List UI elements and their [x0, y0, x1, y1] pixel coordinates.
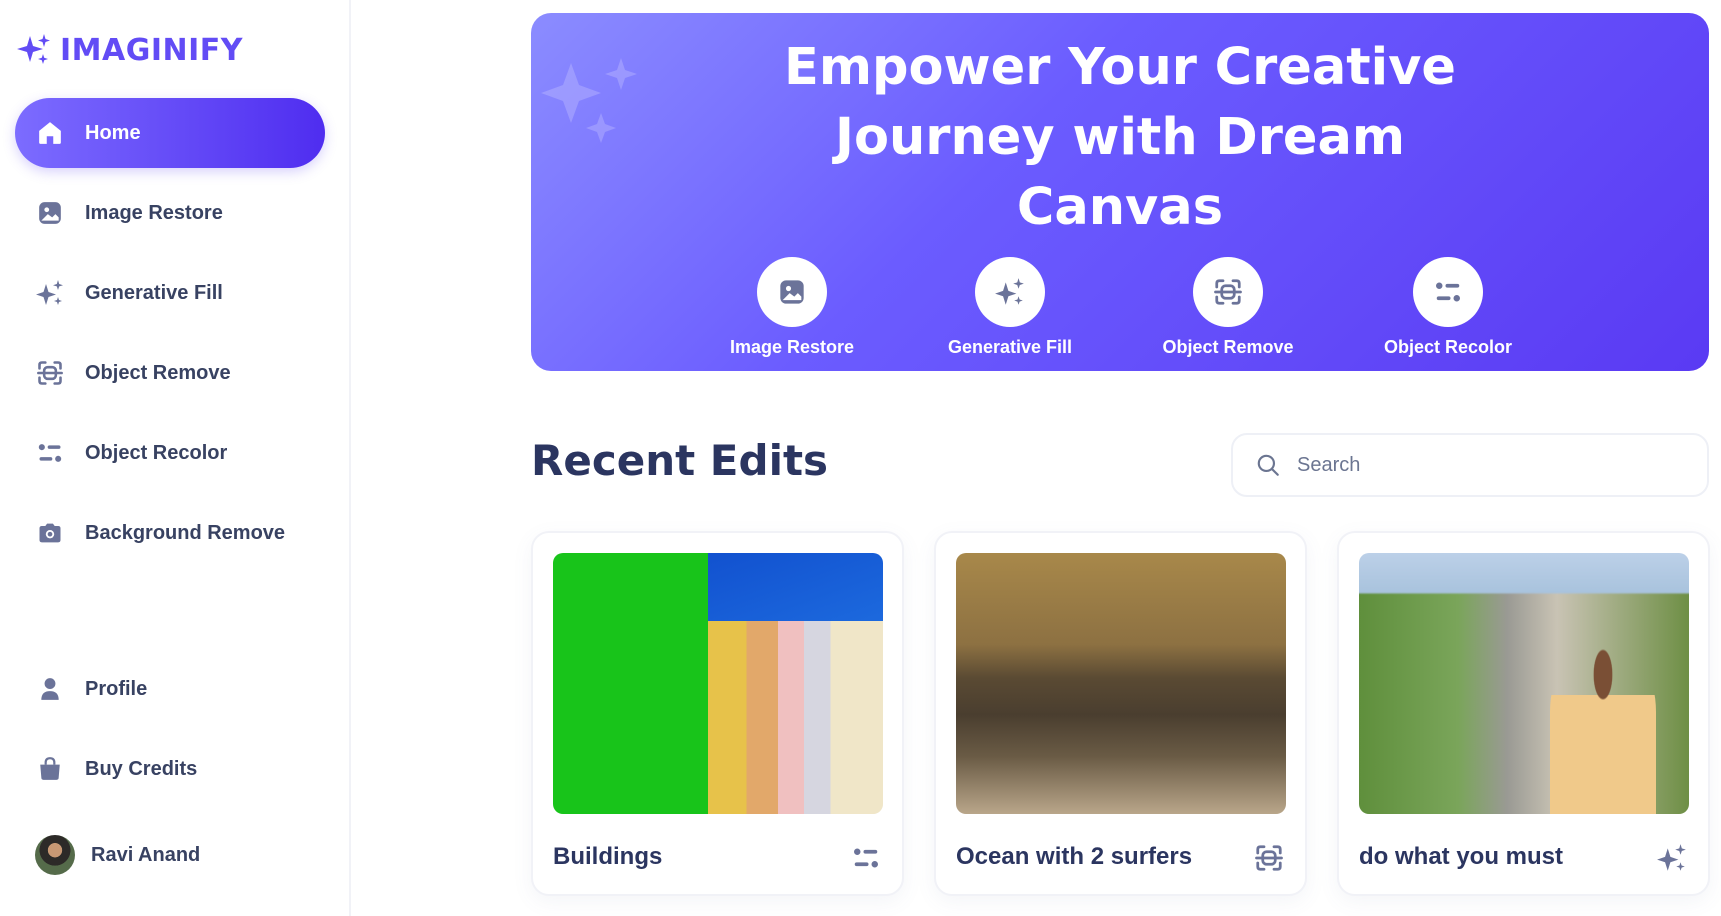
scan-icon [1253, 842, 1285, 874]
tool-generative-fill[interactable]: Generative Fill [910, 257, 1110, 358]
home-icon [35, 118, 65, 148]
sidebar-item-object-remove[interactable]: Object Remove [15, 338, 325, 408]
card-title: Buildings [553, 843, 663, 870]
sidebar-item-label: Profile [85, 677, 148, 700]
scan-icon [35, 358, 65, 388]
image-card-buildings[interactable]: Buildings [531, 531, 904, 896]
search-box[interactable] [1231, 433, 1709, 497]
hero-title: Empower Your Creative Journey with Dream… [531, 33, 1709, 243]
card-thumbnail[interactable] [553, 553, 883, 814]
tool-circle[interactable] [1193, 257, 1263, 327]
user-name: Ravi Anand [91, 843, 201, 866]
camera-icon [35, 518, 65, 548]
image-icon [780, 280, 804, 304]
sparkles-icon [35, 278, 65, 308]
search-input[interactable] [1295, 452, 1679, 478]
tool-label: Image Restore [729, 337, 855, 357]
sidebar-item-label: Object Remove [85, 361, 231, 384]
sidebar-item-image-restore[interactable]: Image Restore [15, 178, 325, 248]
sidebar-nav: Home Image Restore Generative Fill Objec… [15, 98, 325, 578]
sidebar-item-label: Buy Credits [85, 757, 198, 780]
image-icon [35, 198, 65, 228]
sidebar-item-label: Generative Fill [85, 281, 223, 304]
search-icon [1257, 454, 1279, 476]
logo[interactable]: IMAGINIFY [16, 32, 243, 68]
hero-title-line: Canvas [1016, 178, 1224, 237]
tool-shortcuts: Image Restore Generative Fill Object Rem… [531, 257, 1709, 371]
tool-label: Object Remove [1162, 337, 1294, 357]
sidebar-bottom-nav: Profile Buy Credits [15, 654, 325, 814]
sidebar-item-generative-fill[interactable]: Generative Fill [15, 258, 325, 328]
recent-edits-title: Recent Edits [531, 436, 829, 485]
profile-icon [35, 674, 65, 704]
card-title: Ocean with 2 surfers [956, 843, 1193, 870]
filter-icon [1436, 282, 1460, 302]
sidebar: IMAGINIFY Home Image Restore Generative … [0, 0, 351, 916]
tool-object-remove[interactable]: Object Remove [1128, 257, 1328, 358]
sidebar-item-home[interactable]: Home [15, 98, 325, 168]
tool-circle[interactable] [1413, 257, 1483, 327]
hero-banner: Empower Your Creative Journey with Dream… [531, 13, 1709, 371]
tool-label: Object Recolor [1383, 337, 1513, 357]
sidebar-item-label: Home [85, 121, 141, 144]
sidebar-item-label: Background Remove [85, 521, 286, 544]
sidebar-item-label: Object Recolor [85, 441, 228, 464]
sidebar-item-profile[interactable]: Profile [15, 654, 325, 724]
sidebar-item-label: Image Restore [85, 201, 223, 224]
scan-icon [1214, 279, 1242, 305]
filter-icon [850, 842, 882, 874]
avatar [35, 835, 75, 875]
logo-sparkles-icon [17, 34, 50, 64]
sparkles-icon [1656, 842, 1688, 874]
user-profile[interactable]: Ravi Anand [35, 835, 200, 875]
image-card-portrait[interactable]: do what you must [1337, 531, 1710, 896]
tool-label: Generative Fill [947, 337, 1073, 357]
tool-circle[interactable] [757, 257, 827, 327]
filter-icon [35, 438, 65, 468]
tool-circle[interactable] [975, 257, 1045, 327]
card-title: do what you must [1359, 843, 1563, 870]
sidebar-item-background-remove[interactable]: Background Remove [15, 498, 325, 568]
image-card-ocean[interactable]: Ocean with 2 surfers [934, 531, 1307, 896]
sparkles-icon [995, 278, 1024, 305]
brand-name: IMAGINIFY [60, 32, 244, 68]
sidebar-item-object-recolor[interactable]: Object Recolor [15, 418, 325, 488]
hero-title-line: Journey with Dream [834, 108, 1406, 167]
tool-image-restore[interactable]: Image Restore [692, 257, 892, 358]
bag-icon [35, 754, 65, 784]
hero-title-line: Empower Your Creative [784, 38, 1456, 97]
tool-object-recolor[interactable]: Object Recolor [1348, 257, 1548, 358]
card-thumbnail[interactable] [956, 553, 1286, 814]
sidebar-item-buy-credits[interactable]: Buy Credits [15, 734, 325, 804]
card-thumbnail[interactable] [1359, 553, 1689, 814]
